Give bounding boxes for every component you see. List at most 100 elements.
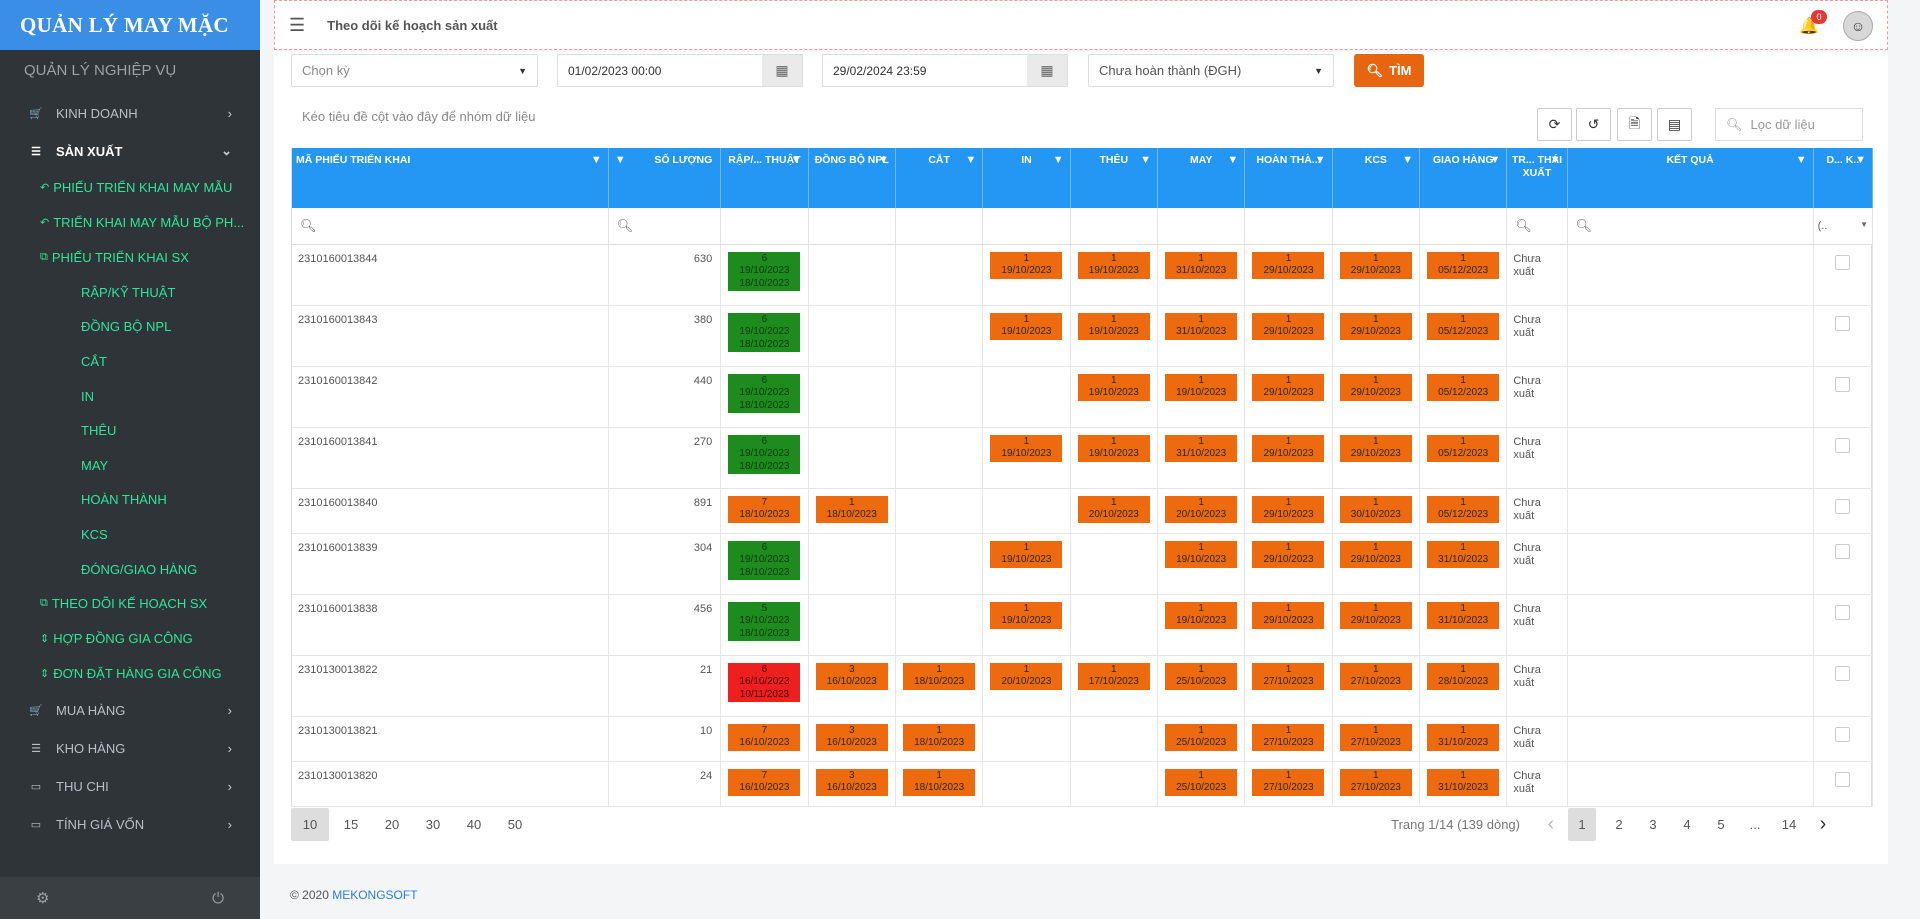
sidebar-subsub-kcs[interactable]: KCS: [0, 517, 260, 552]
stage-badge[interactable]: 1 19/10/2023: [990, 601, 1063, 629]
stage-badge[interactable]: 6 19/10/2023 18/10/2023: [728, 251, 801, 291]
stage-badge[interactable]: 1 29/10/2023: [1339, 251, 1412, 279]
stage-badge[interactable]: 1 25/10/2023: [1165, 723, 1238, 751]
stage-badge[interactable]: 7 16/10/2023: [728, 768, 801, 796]
period-select[interactable]: Chọn kỳ ▼: [291, 54, 538, 87]
stage-badge[interactable]: 1 28/10/2023: [1427, 662, 1500, 690]
stage-badge[interactable]: 1 19/10/2023: [1077, 434, 1150, 462]
stage-badge[interactable]: 1 19/10/2023: [990, 312, 1063, 340]
column-header[interactable]: GIAO HÀNG ▼: [1419, 148, 1508, 208]
sidebar-subsub-hoan-thanh[interactable]: HOÀN THÀNH: [0, 483, 260, 518]
stage-badge[interactable]: 1 05/12/2023: [1427, 434, 1500, 462]
stage-badge[interactable]: 1 27/10/2023: [1252, 768, 1325, 796]
stage-badge[interactable]: 1 29/10/2023: [1252, 373, 1325, 401]
filter-icon[interactable]: ▼: [1227, 154, 1238, 167]
table-row[interactable]: 2310130013820 24 7 16/10/2023 3 16/10/2023 1 18…: [292, 761, 1874, 807]
stage-badge[interactable]: 1 18/10/2023: [903, 662, 976, 690]
sidebar-sub-theo-doi-ke-hoach-sx[interactable]: ⧉ THEO DÕI KẾ HOẠCH SX: [0, 586, 260, 621]
stage-badge[interactable]: 3 16/10/2023: [815, 662, 888, 690]
search-button[interactable]: 🔍︎ TÌM: [1354, 54, 1424, 87]
filter-icon[interactable]: ▼: [965, 154, 976, 167]
prev-page-icon[interactable]: ‹: [1534, 808, 1568, 841]
row-checkbox[interactable]: [1835, 543, 1851, 559]
footer-link[interactable]: MEKONGSOFT: [332, 888, 417, 902]
filter-cell[interactable]: 🔍︎: [1567, 208, 1814, 245]
app-brand[interactable]: QUẢN LÝ MAY MẶC: [0, 0, 260, 50]
sidebar-item-mua-hang[interactable]: 🛒 MUA HÀNG ›: [0, 691, 260, 729]
stage-badge[interactable]: 1 19/10/2023: [990, 434, 1063, 462]
column-header[interactable]: CẮT ▼: [895, 148, 984, 208]
to-date-field[interactable]: 29/02/2024 23:59 ▦: [822, 54, 1068, 87]
status-select[interactable]: Chưa hoàn thành (ĐGH) ▼: [1088, 54, 1334, 87]
stage-badge[interactable]: 1 20/10/2023: [1165, 495, 1238, 523]
column-header[interactable]: MAY ▼: [1157, 148, 1246, 208]
stage-badge[interactable]: 1 19/10/2023: [1077, 251, 1150, 279]
stage-badge[interactable]: 1 19/10/2023: [1077, 373, 1150, 401]
stage-badge[interactable]: 1 27/10/2023: [1252, 723, 1325, 751]
stage-badge[interactable]: 1 05/12/2023: [1427, 495, 1500, 523]
stage-badge[interactable]: 1 18/10/2023: [903, 768, 976, 796]
stage-badge[interactable]: 1 29/10/2023: [1339, 434, 1412, 462]
stage-badge[interactable]: 1 19/10/2023: [990, 540, 1063, 568]
row-checkbox[interactable]: [1835, 315, 1851, 331]
sidebar-item-kinh-doanh[interactable]: 🛒 KINH DOANH ›: [0, 94, 260, 132]
filter-icon[interactable]: ▼: [1489, 154, 1500, 167]
page-size-option[interactable]: 40: [455, 808, 493, 841]
stage-badge[interactable]: 1 25/10/2023: [1165, 662, 1238, 690]
stage-badge[interactable]: 1 31/10/2023: [1427, 601, 1500, 629]
sidebar-subsub-dong-giao-hang[interactable]: ĐÓNG/GIAO HÀNG: [0, 552, 260, 587]
row-checkbox[interactable]: [1835, 437, 1851, 453]
filter-icon[interactable]: ▼: [878, 154, 889, 167]
from-date-field[interactable]: 01/02/2023 00:00 ▦: [557, 54, 803, 87]
column-header[interactable]: ĐỒNG BỘ NPL ▼: [808, 148, 896, 208]
column-header[interactable]: TR... THÁI XUẤT ▼: [1506, 148, 1568, 208]
column-chooser-button[interactable]: ▤: [1657, 108, 1692, 141]
stage-badge[interactable]: 1 27/10/2023: [1339, 662, 1412, 690]
column-header[interactable]: THÊU ▼: [1070, 148, 1158, 208]
sidebar-sub-trien-khai-may-mau-bo-phan[interactable]: ↶ TRIỂN KHAI MAY MẪU BỘ PH...: [0, 205, 260, 240]
stage-badge[interactable]: 5 19/10/2023 18/10/2023: [728, 601, 801, 641]
filter-icon[interactable]: ▼: [1315, 154, 1326, 167]
stage-badge[interactable]: 1 18/10/2023: [903, 723, 976, 751]
sidebar-sub-phieu-trien-khai-sx[interactable]: ⧉ PHIẾU TRIỂN KHAI SX: [0, 240, 260, 275]
column-header[interactable]: IN ▼: [982, 148, 1071, 208]
stage-badge[interactable]: 1 27/10/2023: [1339, 768, 1412, 796]
stage-badge[interactable]: 1 25/10/2023: [1165, 768, 1238, 796]
stage-badge[interactable]: 6 19/10/2023 18/10/2023: [728, 540, 801, 580]
sidebar-subsub-theu[interactable]: THÊU: [0, 413, 260, 448]
sidebar-item-thu-chi[interactable]: ▭ THU CHI ›: [0, 767, 260, 805]
row-checkbox[interactable]: [1835, 254, 1851, 270]
sidebar-item-tinh-gia-von[interactable]: ▭ TÍNH GIÁ VỐN ›: [0, 805, 260, 843]
sidebar-subsub-in[interactable]: IN: [0, 379, 260, 414]
stage-badge[interactable]: 1 29/10/2023: [1339, 312, 1412, 340]
page-size-option[interactable]: 30: [414, 808, 452, 841]
filter-icon[interactable]: ▼: [1796, 154, 1807, 167]
export-excel-button[interactable]: 🗎: [1617, 108, 1652, 141]
stage-badge[interactable]: 1 31/10/2023: [1165, 251, 1238, 279]
stage-badge[interactable]: 1 29/10/2023: [1339, 373, 1412, 401]
table-row[interactable]: 2310160013842 440 6 19/10/2023 18/10/2023 1 19…: [292, 366, 1874, 428]
stage-badge[interactable]: 6 16/10/2023 10/11/2023: [728, 662, 801, 702]
page-size-option[interactable]: 10: [291, 808, 329, 841]
row-checkbox[interactable]: [1835, 498, 1851, 514]
stage-badge[interactable]: 1 29/10/2023: [1252, 312, 1325, 340]
stage-badge[interactable]: 1 31/10/2023: [1427, 540, 1500, 568]
table-row[interactable]: 2310160013843 380 6 19/10/2023 18/10/2023 1 19…: [292, 305, 1874, 367]
grid-filter-input[interactable]: 🔍︎ Lọc dữ liệu: [1715, 108, 1863, 141]
filter-cell-select[interactable]: (.. ▼: [1813, 208, 1874, 245]
page-number[interactable]: 4: [1670, 808, 1704, 841]
row-checkbox[interactable]: [1835, 376, 1851, 392]
filter-icon[interactable]: ▼: [615, 154, 626, 167]
page-size-option[interactable]: 15: [332, 808, 370, 841]
stage-badge[interactable]: 1 31/10/2023: [1427, 723, 1500, 751]
stage-badge[interactable]: 1 27/10/2023: [1339, 723, 1412, 751]
page-size-option[interactable]: 50: [496, 808, 534, 841]
filter-icon[interactable]: ▼: [1550, 154, 1561, 167]
row-checkbox[interactable]: [1835, 726, 1851, 742]
stage-badge[interactable]: 1 30/10/2023: [1339, 495, 1412, 523]
sidebar-sub-phieu-trien-khai-may-mau[interactable]: ↶ PHIẾU TRIỂN KHAI MAY MẪU: [0, 170, 260, 205]
stage-badge[interactable]: 1 29/10/2023: [1252, 495, 1325, 523]
stage-badge[interactable]: 7 18/10/2023: [728, 495, 801, 523]
filter-cell[interactable]: 🔍︎: [608, 208, 722, 245]
stage-badge[interactable]: 1 29/10/2023: [1252, 251, 1325, 279]
